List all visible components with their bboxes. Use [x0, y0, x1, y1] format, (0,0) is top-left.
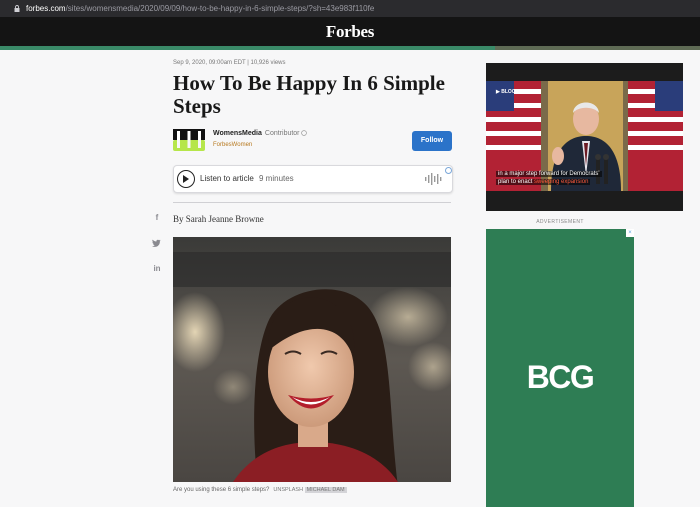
author-channel-link[interactable]: ForbesWomen [213, 142, 252, 148]
play-icon[interactable] [177, 170, 195, 188]
linkedin-icon[interactable]: in [150, 264, 164, 274]
author-role: Contributor [264, 130, 300, 137]
info-icon[interactable] [301, 130, 308, 136]
site-header: Forbes [0, 17, 700, 46]
bcg-advertisement[interactable]: × BCG [486, 229, 634, 507]
divider [173, 202, 451, 203]
bcg-logo: BCG [526, 359, 595, 395]
advertisement-label: ADVERTISEMENT [536, 219, 584, 225]
facebook-icon[interactable]: f [150, 213, 164, 223]
address-bar[interactable]: forbes.com/sites/womensmedia/2020/09/09/… [0, 0, 700, 17]
womensmedia-logo[interactable] [173, 129, 205, 151]
author-name[interactable]: WomensMedia Contributor [213, 130, 308, 137]
lock-icon [14, 5, 20, 12]
video-player[interactable]: ▶ BLOOMBERG in a major step forward for … [486, 63, 683, 211]
follow-button[interactable]: Follow [412, 131, 452, 151]
ad-choices-icon[interactable] [445, 167, 452, 174]
twitter-icon[interactable] [152, 239, 161, 247]
url-text: forbes.com/sites/womensmedia/2020/09/09/… [26, 4, 375, 13]
forbes-logo[interactable]: Forbes [0, 17, 700, 46]
image-caption: Are you using these 6 simple steps? UNSPL… [173, 487, 347, 493]
ad-close-icon[interactable]: × [626, 229, 634, 237]
listen-duration: 9 minutes [259, 174, 294, 183]
video-caption-line-1: in a major step forward for Democrats' [496, 171, 602, 177]
audio-wave-icon [425, 173, 442, 185]
image-credit: UNSPLASH MICHAEL DAM [273, 487, 347, 493]
video-source-badge: ▶ BLOOMBERG [496, 89, 535, 95]
article-hero-image [173, 237, 451, 482]
article-title: How To Be Happy In 6 Simple Steps [173, 71, 445, 118]
article-meta: Sep 9, 2020, 09:00am EDT | 10,926 views [173, 60, 286, 66]
byline: By Sarah Jeanne Browne [173, 214, 264, 224]
listen-label: Listen to article [200, 174, 254, 183]
listen-to-article-player[interactable]: Listen to article 9 minutes [173, 165, 453, 193]
video-caption-line-2: plan to enact sweeping expansion [496, 179, 591, 185]
